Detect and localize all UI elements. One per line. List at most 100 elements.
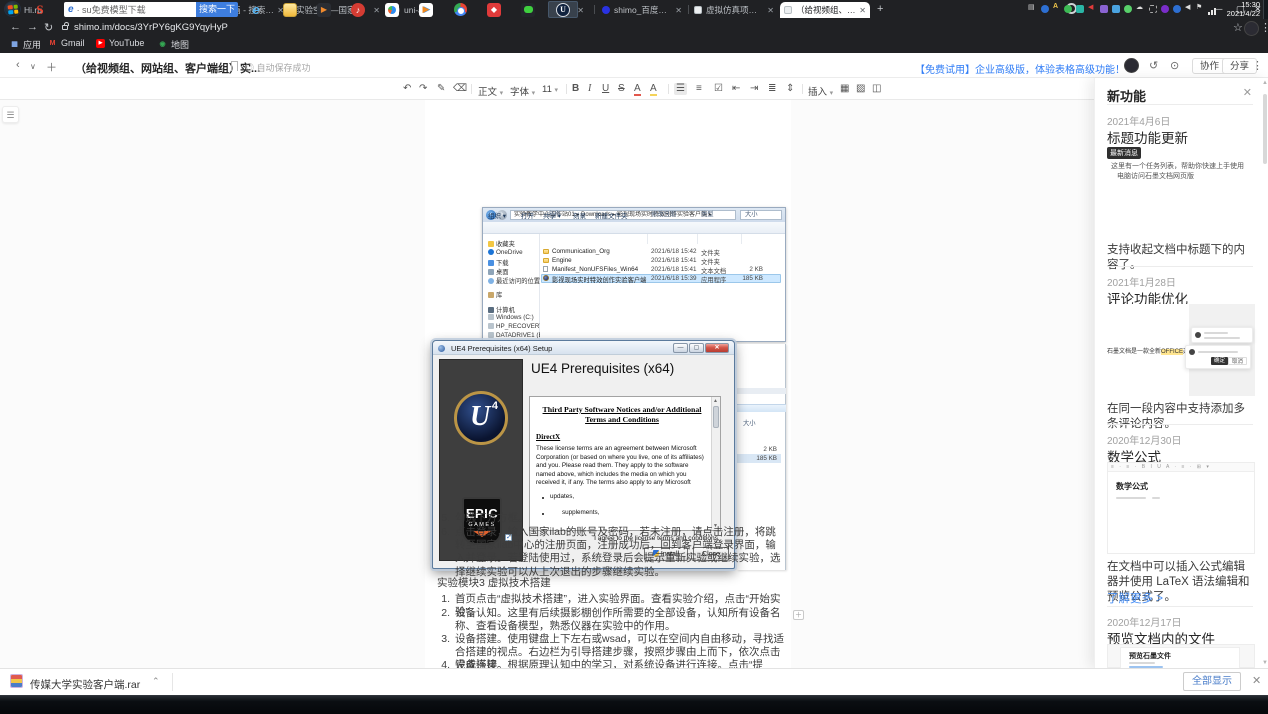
doc-bookmark-icon[interactable] — [231, 61, 238, 71]
nav-computer[interactable]: 计算机 — [488, 305, 515, 314]
start-button[interactable] — [4, 1, 21, 17]
column-date[interactable]: 修改日期 — [651, 209, 676, 218]
close-shelf-icon[interactable]: ✕ — [1252, 674, 1261, 687]
download-options-chevron-icon[interactable]: ⌃ — [152, 676, 160, 687]
dialog-maximize-button[interactable]: ▢ — [689, 343, 704, 353]
chrome-icon[interactable] — [446, 1, 474, 18]
license-scrollbar[interactable]: ▲ ▼ — [711, 397, 720, 530]
nav-libraries[interactable]: 库 — [488, 290, 502, 299]
paragraph-style-select[interactable]: 正文 ▾ — [478, 84, 503, 98]
nav-downloads[interactable]: 下载 — [488, 258, 509, 267]
open-button[interactable]: 打开 — [521, 210, 534, 220]
organize-button[interactable]: 组织 ▾ — [488, 210, 506, 220]
downloaded-file-button[interactable]: 传媒大学实验客户端.rar — [30, 677, 140, 692]
text-color-button[interactable] — [634, 83, 641, 95]
tab-close-icon[interactable]: ✕ — [675, 6, 682, 15]
panel-close-icon[interactable]: ✕ — [1243, 86, 1252, 99]
doc-new-icon[interactable]: ＋ — [46, 59, 57, 75]
browser-tab[interactable]: shimo_百度搜索 ✕ — [598, 2, 686, 18]
taskbar-clock[interactable]: 15:30 2021/4/22 — [1220, 1, 1260, 18]
address-url[interactable]: shimo.im/docs/3YrPY6gKG9YqyHyP — [74, 22, 228, 33]
browser-menu-icon[interactable]: ⋮ — [1260, 21, 1268, 34]
column-type[interactable]: 类型 — [701, 209, 714, 218]
tray-blue-icon[interactable] — [1112, 5, 1120, 13]
chevron-down-icon[interactable]: ∨ — [30, 62, 36, 71]
bookmark-apps[interactable]: ▦ 应用 — [10, 38, 41, 51]
tray-cloud-icon[interactable]: ☁ — [1136, 3, 1143, 11]
bookmark-youtube[interactable]: ▶ YouTube — [96, 38, 144, 48]
video-player-icon[interactable]: ▶ — [310, 1, 338, 18]
bullet-list-button[interactable] — [696, 83, 702, 95]
tray-purple-circle-icon[interactable] — [1161, 5, 1169, 13]
outdent-button[interactable] — [732, 83, 740, 95]
doc-back-icon[interactable]: ‹ — [16, 59, 20, 71]
tab-close-icon[interactable]: ✕ — [767, 6, 774, 15]
font-select[interactable]: 字体 ▾ — [510, 84, 535, 98]
file-name[interactable]: Communication_Org — [552, 248, 610, 255]
learn-more-link[interactable]: 了解更多 > — [1107, 590, 1163, 606]
doc-more-icon[interactable]: ⋮ — [1252, 59, 1263, 72]
nav-onedrive[interactable]: OneDrive — [488, 249, 523, 256]
nav-favorites[interactable]: 收藏夹 — [488, 239, 515, 248]
baidu-netdisk-icon[interactable] — [378, 1, 406, 18]
refresh-icon[interactable]: ↻ — [44, 21, 53, 34]
forward-icon[interactable]: → — [27, 21, 38, 33]
column-name[interactable]: 名称 — [548, 209, 561, 218]
underline-button[interactable] — [602, 83, 609, 95]
tab-close-icon[interactable]: ✕ — [859, 6, 866, 15]
sogou-icon[interactable]: S — [26, 1, 54, 18]
comment-button[interactable] — [872, 83, 881, 95]
taskbar-search-input[interactable]: e · su免费模型下载 — [64, 2, 196, 17]
tray-red-arrow-icon[interactable]: ◀ — [1088, 3, 1093, 11]
nav-desktop[interactable]: 桌面 — [488, 267, 509, 276]
tray-keyboard-icon[interactable]: ▤ — [1028, 3, 1035, 11]
ssl-lock-icon[interactable] — [62, 25, 68, 30]
font-size-select[interactable]: 11 ▾ — [542, 84, 558, 95]
dialog-minimize-button[interactable]: — — [673, 343, 688, 353]
nav-drive-e[interactable]: DATADRIVE1 (E:) — [488, 332, 547, 339]
tab-close-icon[interactable]: ✕ — [577, 6, 584, 15]
browser-tab-active[interactable]: （给视频组、网站组、客户端组） ✕ — [780, 2, 870, 18]
insert-menu[interactable]: 插入 ▾ — [808, 84, 833, 98]
format-painter-button[interactable] — [437, 83, 445, 95]
column-size[interactable]: 大小 — [745, 209, 758, 218]
line-spacing-button[interactable] — [786, 83, 794, 95]
indent-button[interactable] — [750, 83, 758, 95]
align-button[interactable] — [768, 83, 776, 95]
back-icon[interactable]: ← — [10, 21, 21, 33]
tencent-video-icon[interactable]: ▶ — [412, 1, 440, 18]
action-center-flag-icon[interactable]: ⚑ — [1196, 3, 1202, 11]
browser-profile-avatar[interactable] — [1244, 21, 1259, 36]
checklist-button[interactable] — [714, 83, 723, 95]
tray-utility-icon[interactable] — [1041, 5, 1049, 13]
image-button[interactable] — [856, 83, 865, 95]
wechat-icon[interactable] — [514, 1, 542, 18]
upgrade-promo-link[interactable]: 【免费试用】企业高级版，体验表格高级功能！ — [915, 61, 1125, 76]
netease-music-icon[interactable]: ♪ — [344, 1, 372, 18]
bookmark-star-icon[interactable]: ☆ — [1233, 21, 1243, 34]
file-name[interactable]: Manifest_NonUFSFiles_Win64 — [552, 266, 638, 273]
nav-recent[interactable]: 最近访问的位置 — [488, 276, 540, 285]
burn-button[interactable]: 刻录 — [573, 210, 586, 220]
dialog-close-button[interactable]: ✕ — [705, 343, 729, 353]
license-text-box[interactable]: Third Party Software Notices and/or Addi… — [529, 396, 721, 531]
bold-button[interactable] — [572, 83, 579, 95]
unreal-engine-icon-active[interactable]: U — [548, 1, 578, 18]
highlight-color-button[interactable] — [650, 83, 657, 95]
network-icon[interactable] — [1208, 8, 1216, 15]
tray-purple-icon[interactable] — [1100, 5, 1108, 13]
browser-tab[interactable]: 虚拟仿真项目日志20210422-石 ✕ — [690, 2, 778, 18]
tray-chat-icon[interactable] — [1124, 5, 1132, 13]
volume-icon[interactable]: ◀ — [1185, 3, 1190, 11]
red-app-icon[interactable]: ◆ — [480, 1, 508, 18]
clear-format-button[interactable] — [453, 83, 467, 95]
nav-drive-c[interactable]: Windows (C:) — [488, 314, 534, 321]
comment-indicator-icon[interactable]: ＋ — [793, 610, 804, 620]
ie-icon[interactable]: e — [242, 1, 270, 18]
bookmark-gmail[interactable]: M Gmail — [48, 38, 85, 48]
outline-toggle-button[interactable]: ☰ — [2, 106, 19, 123]
tray-green-icon[interactable] — [1064, 5, 1072, 13]
redo-button[interactable] — [419, 83, 427, 95]
new-folder-button[interactable]: 新建文件夹 — [595, 210, 628, 220]
new-tab-button[interactable]: + — [877, 3, 883, 15]
